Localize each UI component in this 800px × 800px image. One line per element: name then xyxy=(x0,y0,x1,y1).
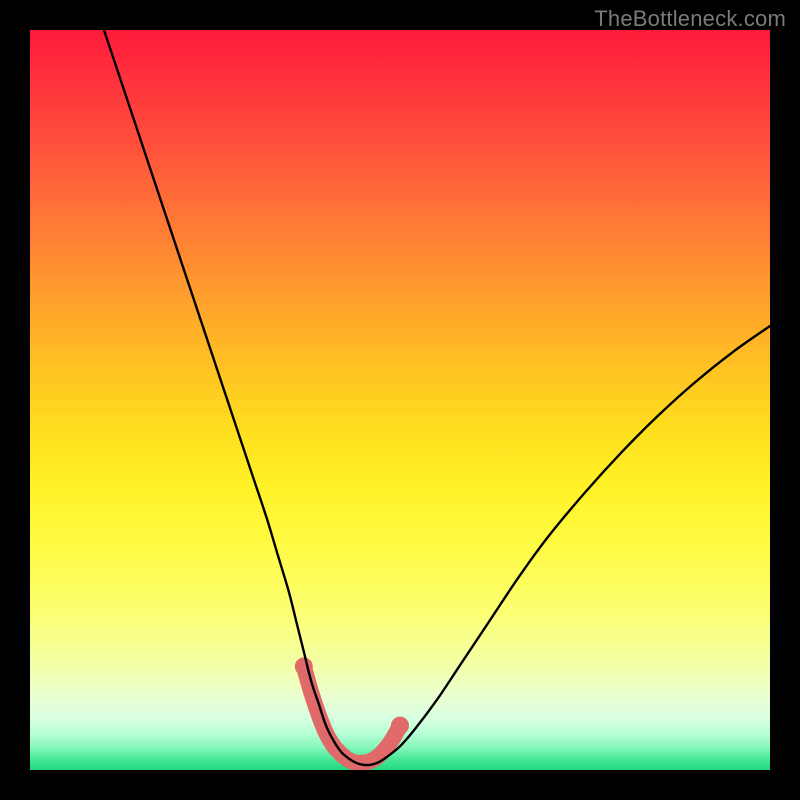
chart-frame: TheBottleneck.com xyxy=(0,0,800,800)
bottleneck-curve xyxy=(104,30,770,765)
curve-svg xyxy=(30,30,770,770)
watermark-text: TheBottleneck.com xyxy=(594,6,786,32)
highlight-band xyxy=(304,666,400,763)
plot-area xyxy=(30,30,770,770)
highlight-dot-end xyxy=(391,717,409,735)
